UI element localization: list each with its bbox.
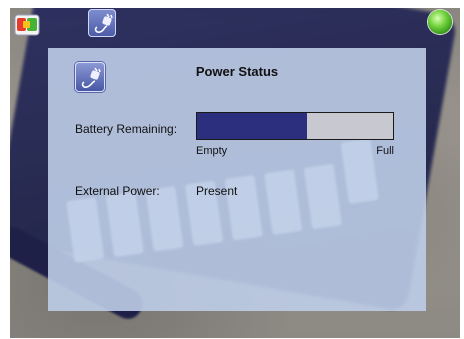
start-menu-icon[interactable] — [14, 12, 40, 38]
battery-level-bar — [196, 112, 394, 140]
battery-level-fill — [197, 113, 307, 139]
status-light-icon[interactable] — [428, 10, 452, 34]
external-power-value: Present — [196, 184, 238, 198]
battery-empty-label: Empty — [196, 145, 228, 157]
battery-full-label: Full — [376, 145, 394, 157]
external-power-label: External Power: — [75, 184, 160, 198]
battery-remaining-label: Battery Remaining: — [75, 122, 178, 136]
power-status-dialog: Power Status Battery Remaining: Empty Fu… — [48, 48, 426, 311]
dialog-title: Power Status — [195, 64, 279, 79]
power-plug-icon[interactable] — [88, 9, 116, 37]
